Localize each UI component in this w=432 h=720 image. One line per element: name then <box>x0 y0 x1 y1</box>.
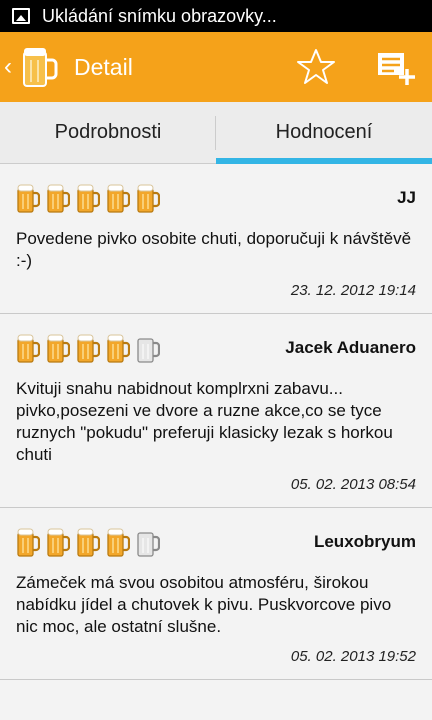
add-review-icon[interactable] <box>376 47 416 87</box>
review-author: Jacek Aduanero <box>285 338 416 357</box>
reviews-list[interactable]: JJ Povedene pivko osobite chuti, doporuč… <box>0 164 432 680</box>
beer-rating <box>16 332 160 364</box>
tab-ratings[interactable]: Hodnocení <box>216 102 432 164</box>
beer-full-icon <box>107 334 130 363</box>
status-bar: Ukládání snímku obrazovky... <box>0 0 432 32</box>
beer-rating <box>16 182 160 214</box>
review-text: Povedene pivko osobite chuti, doporučuji… <box>16 229 412 270</box>
review-author: JJ <box>397 188 416 207</box>
review-date: 05. 02. 2013 19:52 <box>290 648 416 665</box>
page-title: Detail <box>74 53 133 80</box>
beer-full-icon <box>107 528 130 557</box>
beer-rating <box>16 526 160 558</box>
star-outline-icon[interactable] <box>296 47 336 87</box>
tab-divider <box>215 116 216 150</box>
review-item[interactable]: JJ Povedene pivko osobite chuti, doporuč… <box>0 164 432 314</box>
review-date: 23. 12. 2012 19:14 <box>290 282 416 299</box>
review-author: Leuxobryum <box>313 532 416 551</box>
beer-full-icon <box>77 184 100 213</box>
beer-mug-logo[interactable] <box>18 42 58 92</box>
beer-empty-icon <box>137 338 160 363</box>
review-item[interactable]: Leuxobryum Zámeček má svou osobitou atmo… <box>0 508 432 680</box>
action-bar: ‹ Detail <box>0 32 432 102</box>
beer-full-icon <box>107 184 130 213</box>
beer-full-icon <box>47 184 70 213</box>
chevron-left-icon[interactable]: ‹ <box>4 55 16 79</box>
beer-full-icon <box>17 184 40 213</box>
review-date: 05. 02. 2013 08:54 <box>290 476 416 493</box>
beer-full-icon <box>77 528 100 557</box>
tab-details[interactable]: Podrobnosti <box>0 102 216 163</box>
screenshot-image-icon <box>12 8 30 24</box>
tab-bar: Podrobnosti Hodnocení <box>0 102 432 164</box>
review-text: Kvituji snahu nabidnout komplrxni zabavu… <box>16 379 393 464</box>
beer-full-icon <box>17 528 40 557</box>
beer-full-icon <box>17 334 40 363</box>
review-item[interactable]: Jacek Aduanero Kvituji snahu nabidnout k… <box>0 314 432 508</box>
status-text: Ukládání snímku obrazovky... <box>42 5 277 26</box>
beer-full-icon <box>137 184 160 213</box>
beer-full-icon <box>47 334 70 363</box>
beer-empty-icon <box>137 532 160 557</box>
beer-full-icon <box>47 528 70 557</box>
beer-full-icon <box>77 334 100 363</box>
review-text: Zámeček má svou osobitou atmosféru, širo… <box>16 573 392 636</box>
